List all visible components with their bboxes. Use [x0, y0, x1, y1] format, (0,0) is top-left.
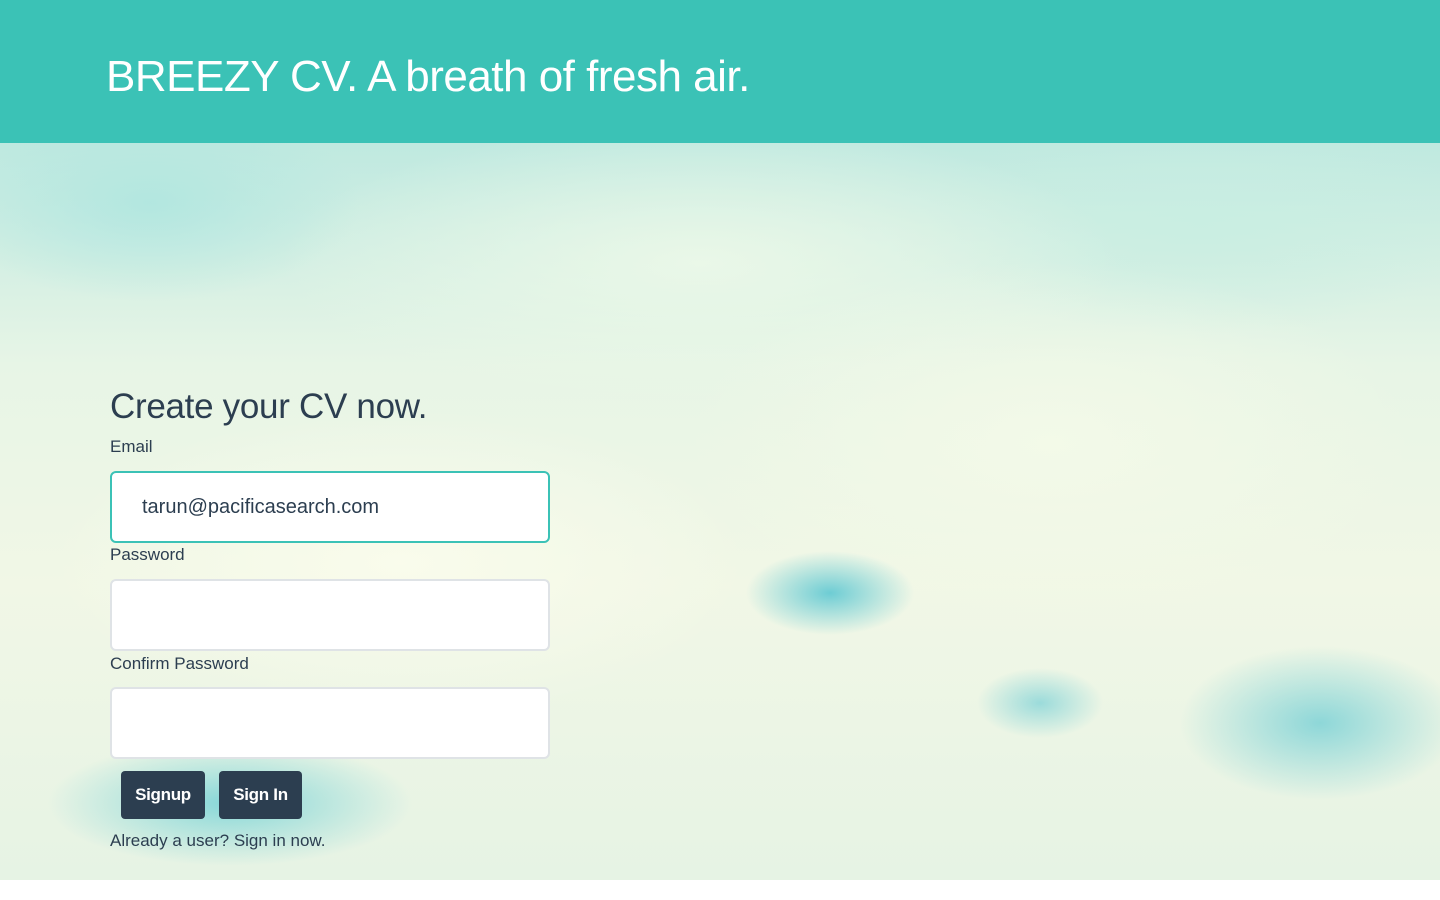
signin-button[interactable]: Sign In — [219, 771, 302, 819]
signup-form: Create your CV now. Email Password Confi… — [110, 386, 550, 850]
form-heading: Create your CV now. — [110, 387, 428, 426]
signin-link[interactable]: Sign in now. — [234, 831, 326, 850]
confirm-password-field[interactable] — [110, 687, 550, 759]
password-label: Password — [110, 545, 185, 564]
signup-button[interactable]: Signup — [121, 771, 205, 819]
signin-hint: Already a user? Sign in now. — [110, 830, 326, 852]
site-title: BREEZY CV. A breath of fresh air. — [106, 52, 750, 101]
site-header: BREEZY CV. A breath of fresh air. — [0, 0, 1440, 143]
bottom-strip — [0, 880, 1440, 900]
email-field[interactable] — [110, 471, 550, 543]
email-label: Email — [110, 437, 153, 456]
signin-hint-prefix: Already a user? — [110, 831, 230, 850]
confirm-password-label: Confirm Password — [110, 654, 249, 673]
password-field[interactable] — [110, 579, 550, 651]
